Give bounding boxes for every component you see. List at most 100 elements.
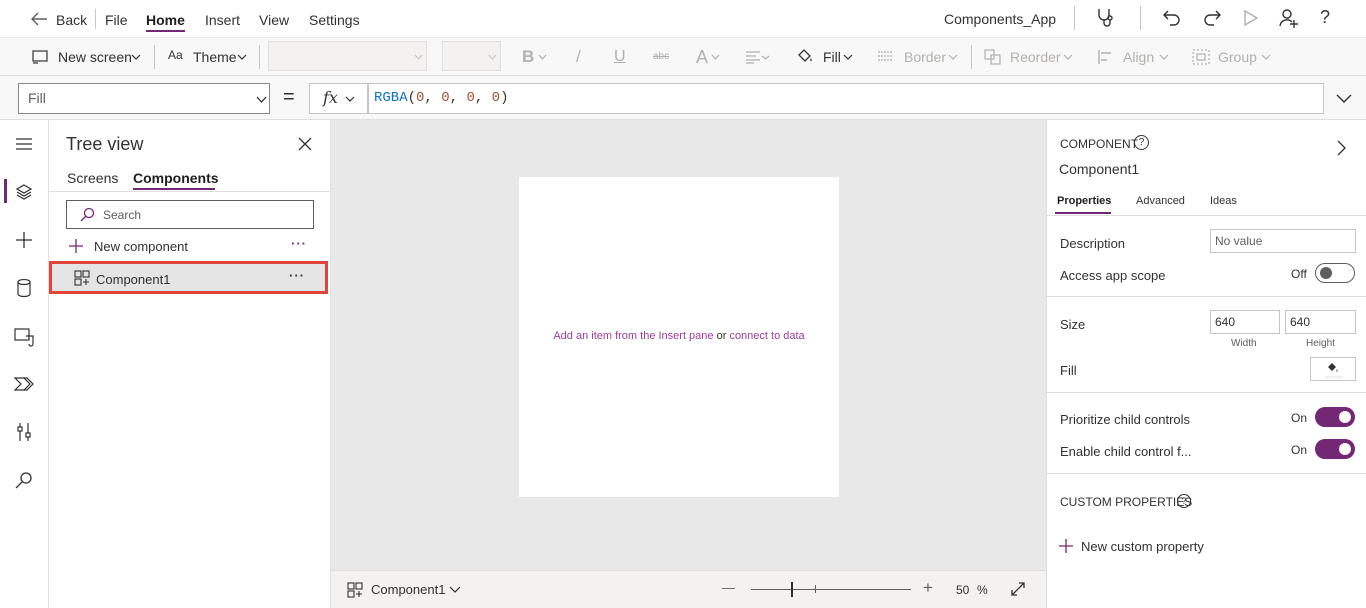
chevron-down-icon [131, 54, 141, 60]
fit-to-window-icon[interactable] [1010, 581, 1026, 597]
formula-input[interactable]: RGBA(0, 0, 0, 0) [368, 83, 1324, 114]
add-custom-property-plus-icon[interactable] [1058, 538, 1074, 554]
active-rail-indicator [4, 179, 7, 203]
connect-to-data-link[interactable]: connect to data [729, 330, 804, 342]
tree-view-pane: Tree view Screens Components Search New … [49, 120, 331, 608]
expand-formula-chevron-icon[interactable] [1336, 94, 1352, 103]
app-checker-stethoscope-icon[interactable] [1095, 7, 1117, 29]
redo-icon[interactable] [1202, 8, 1222, 28]
close-icon[interactable] [298, 137, 312, 151]
font-color-button[interactable]: A [696, 38, 708, 76]
insert-plus-icon[interactable] [12, 228, 36, 252]
border-icon[interactable] [877, 50, 893, 64]
prioritize-state: On [1291, 411, 1308, 425]
formula-arg: 0 [491, 90, 501, 106]
fill-color-picker[interactable] [1310, 357, 1356, 381]
back-arrow-icon[interactable] [30, 11, 48, 27]
undo-icon[interactable] [1162, 8, 1182, 28]
new-screen-icon[interactable] [32, 50, 48, 64]
new-component-button[interactable]: New component [94, 239, 188, 254]
description-label: Description [1060, 236, 1126, 251]
width-field[interactable]: 640 [1210, 310, 1280, 334]
access-scope-toggle[interactable] [1315, 263, 1355, 283]
zoom-out-button[interactable]: — [722, 580, 735, 595]
custom-properties-label: CUSTOM PROPERTIES [1060, 495, 1193, 509]
tab-advanced[interactable]: Advanced [1136, 195, 1185, 207]
media-icon[interactable] [12, 324, 36, 348]
enable-child-label: Enable child control f... [1060, 444, 1192, 459]
tree-item-more-icon[interactable]: ··· [289, 268, 305, 283]
enable-child-toggle[interactable] [1315, 439, 1355, 459]
chevron-right-icon[interactable] [1337, 140, 1346, 156]
divider [1140, 6, 1141, 30]
reorder-icon[interactable] [984, 49, 1002, 65]
new-custom-property-button[interactable]: New custom property [1081, 539, 1204, 554]
underline-button[interactable]: U [614, 38, 626, 76]
insert-pane-link[interactable]: Add an item from the Insert pane [553, 330, 713, 342]
data-cylinder-icon[interactable] [12, 276, 36, 300]
power-automate-icon[interactable] [12, 372, 36, 396]
tree-search-input[interactable]: Search [66, 200, 314, 229]
left-rail [0, 120, 49, 608]
divider [1074, 6, 1075, 30]
current-component-selector[interactable]: Component1 [371, 582, 445, 597]
tree-item-component1[interactable]: Component1 ··· [49, 261, 328, 294]
back-button[interactable]: Back [56, 0, 87, 38]
bold-button[interactable]: B [522, 38, 534, 76]
group-icon[interactable] [1192, 49, 1210, 65]
section-label: COMPONENT [1060, 137, 1138, 151]
divider [1047, 392, 1366, 393]
tab-screens[interactable]: Screens [67, 170, 118, 186]
height-field[interactable]: 640 [1285, 310, 1356, 334]
zoom-in-button[interactable]: + [923, 578, 933, 598]
fill-bucket-icon[interactable] [796, 47, 814, 65]
tab-properties[interactable]: Properties [1057, 195, 1111, 207]
help-circle-icon[interactable]: ? [1177, 494, 1191, 508]
theme-icon[interactable]: Aa [168, 48, 183, 62]
help-circle-icon[interactable]: ? [1134, 135, 1149, 150]
group-button[interactable]: Group [1218, 38, 1257, 76]
italic-button[interactable]: / [576, 38, 581, 76]
canvas-hint: Add an item from the Insert pane or conn… [519, 330, 839, 342]
property-dropdown[interactable]: Fill [18, 83, 270, 114]
description-field[interactable]: No value [1210, 229, 1356, 253]
chevron-down-icon [1063, 54, 1073, 60]
menu-settings[interactable]: Settings [309, 0, 360, 38]
strikethrough-button[interactable]: abc [653, 38, 669, 76]
fx-icon: fx [323, 88, 338, 107]
tab-ideas[interactable]: Ideas [1210, 195, 1237, 207]
formula-arg: 0 [466, 90, 475, 106]
chevron-down-icon [538, 54, 547, 60]
tree-view-layers-icon[interactable] [12, 180, 36, 204]
tab-components[interactable]: Components [133, 170, 219, 186]
theme-button[interactable]: Theme [193, 38, 237, 76]
zoom-slider-track[interactable] [751, 589, 911, 590]
new-component-plus-icon[interactable] [68, 238, 84, 254]
help-icon[interactable]: ? [1320, 7, 1330, 28]
search-icon[interactable] [12, 468, 36, 492]
menu-insert[interactable]: Insert [205, 0, 240, 38]
component-artboard[interactable]: Add an item from the Insert pane or conn… [519, 177, 839, 497]
font-size-dropdown[interactable] [442, 41, 501, 71]
chevron-down-icon [1261, 54, 1271, 60]
border-button[interactable]: Border [904, 38, 946, 76]
text-align-icon[interactable] [745, 50, 771, 64]
menu-file[interactable]: File [105, 0, 128, 38]
new-screen-button[interactable]: New screen [58, 38, 132, 76]
zoom-slider-thumb[interactable] [791, 582, 793, 597]
prioritize-toggle[interactable] [1315, 407, 1355, 427]
advanced-tools-icon[interactable] [12, 420, 36, 444]
align-button[interactable]: Align [1123, 38, 1154, 76]
fx-button[interactable]: fx [309, 83, 368, 114]
chevron-down-icon[interactable] [449, 586, 461, 593]
new-component-more-icon[interactable]: ··· [291, 236, 307, 251]
align-icon[interactable] [1097, 49, 1115, 65]
share-user-icon[interactable] [1278, 7, 1300, 29]
fill-button[interactable]: Fill [823, 38, 841, 76]
menu-home[interactable]: Home [146, 0, 185, 38]
menu-view[interactable]: View [259, 0, 289, 38]
font-family-dropdown[interactable] [268, 41, 427, 71]
reorder-button[interactable]: Reorder [1010, 38, 1061, 76]
hamburger-menu-icon[interactable] [12, 132, 36, 156]
preview-play-icon[interactable] [1243, 9, 1259, 27]
